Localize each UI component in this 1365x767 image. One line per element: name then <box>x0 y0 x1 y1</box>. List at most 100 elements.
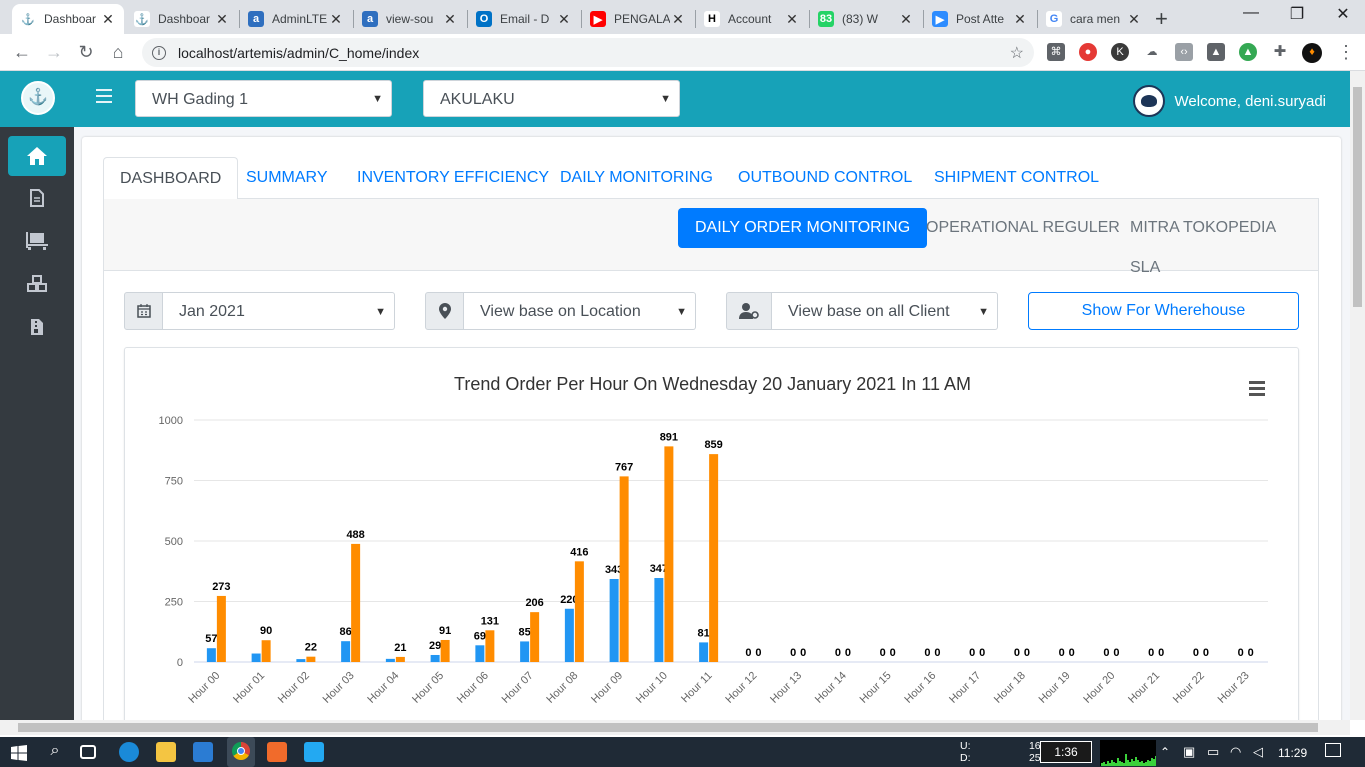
pill-mitra-tokopedia-sla[interactable]: MITRA TOKOPEDIA SLA <box>1113 208 1318 276</box>
x-tick-label: Hour 02 <box>276 670 312 706</box>
adminlte-icon: a <box>362 11 378 27</box>
volume-icon[interactable]: ◁ <box>1253 744 1263 760</box>
brand-logo[interactable]: ⚓ <box>21 81 55 115</box>
x-tick-label: Hour 12 <box>723 670 759 706</box>
chrome-taskbar-button[interactable] <box>227 737 255 767</box>
task-view-icon[interactable] <box>80 745 96 759</box>
location-select[interactable]: View base on Location ▼ <box>464 292 696 330</box>
network-graph <box>1100 740 1156 766</box>
windows-start-icon[interactable] <box>11 745 27 761</box>
tab-outbound-control[interactable]: OUTBOUND CONTROL <box>722 157 928 199</box>
chevron-up-icon[interactable]: ⌃ <box>1160 745 1170 759</box>
show-for-warehouse-button[interactable]: Show For Wherehouse <box>1028 292 1299 330</box>
vscode-icon[interactable] <box>304 742 324 762</box>
bar-series-1 <box>609 578 619 662</box>
k-extension-icon[interactable]: K <box>1111 43 1129 61</box>
green-extension-icon[interactable]: ▲ <box>1239 43 1257 61</box>
browser-tab[interactable]: a AdminLTE ✕ <box>240 4 352 34</box>
browser-menu-icon[interactable]: ⋮ <box>1334 40 1358 64</box>
puzzle-icon[interactable]: ✚ <box>1271 43 1289 61</box>
browser-tab-strip: ⚓ Dashboar ✕ ⚓ Dashboar ✕ a AdminLTE ✕ a view-sou ✕… <box>0 0 1365 34</box>
close-tab-icon[interactable]: ✕ <box>1126 11 1142 28</box>
browser-tab[interactable]: H Account ✕ <box>696 4 808 34</box>
bar-series-2 <box>574 561 584 662</box>
image-extension-icon[interactable]: ▲ <box>1207 43 1225 61</box>
close-tab-icon[interactable]: ✕ <box>100 11 116 28</box>
warehouse-select[interactable]: WH Gading 1 ▼ <box>135 80 392 117</box>
battery-icon[interactable]: ▭ <box>1207 744 1219 760</box>
close-window-icon[interactable]: ✕ <box>1320 4 1365 24</box>
scroll-thumb[interactable] <box>18 723 1318 732</box>
sidebar-item-boxes[interactable] <box>8 264 66 304</box>
reload-icon[interactable]: ↻ <box>74 40 98 64</box>
info-icon[interactable]: i <box>152 45 166 60</box>
data-label: 0 <box>845 647 851 659</box>
edge-icon[interactable] <box>119 742 139 762</box>
artemis-icon: ⚓ <box>134 11 150 27</box>
sidebar-item-reports[interactable] <box>8 307 66 347</box>
scroll-thumb[interactable] <box>1353 87 1362 307</box>
chart-menu-icon[interactable] <box>1249 381 1265 399</box>
bar-series-2 <box>261 640 271 662</box>
sidebar-item-inventory[interactable] <box>8 221 66 261</box>
avatar[interactable] <box>1132 85 1165 117</box>
notifications-icon[interactable] <box>1325 743 1341 757</box>
new-tab-button[interactable]: + <box>1155 6 1168 32</box>
close-tab-icon[interactable]: ✕ <box>670 11 686 28</box>
code-extension-icon[interactable]: ‹› <box>1175 43 1193 61</box>
address-bar[interactable]: i localhost/artemis/admin/C_home/index ☆ <box>142 38 1034 67</box>
wifi-icon[interactable]: ◠ <box>1230 744 1241 760</box>
close-tab-icon[interactable]: ✕ <box>556 11 572 28</box>
hamburger-menu-icon[interactable] <box>96 89 112 103</box>
clock[interactable]: 11:29 <box>1278 746 1307 760</box>
close-tab-icon[interactable]: ✕ <box>214 11 230 28</box>
browser-tab[interactable]: Gcara men ✕ <box>1038 4 1150 34</box>
client-select[interactable]: AKULAKU ▼ <box>423 80 680 117</box>
data-label: 0 <box>1193 647 1199 659</box>
pill-operational-reguler[interactable]: OPERATIONAL REGULER <box>909 208 1137 248</box>
browser-tab[interactable]: a view-sou ✕ <box>354 4 466 34</box>
cloud-extension-icon[interactable]: ☁ <box>1143 43 1161 61</box>
tab-inventory-efficiency[interactable]: INVENTORY EFFICIENCY <box>341 157 565 199</box>
maximize-icon[interactable]: ❐ <box>1274 4 1320 24</box>
vertical-scrollbar[interactable] <box>1350 71 1365 720</box>
tab-summary[interactable]: SUMMARY <box>230 157 344 199</box>
tab-dashboard[interactable]: DASHBOARD <box>103 157 239 200</box>
pill-daily-order-monitoring[interactable]: DAILY ORDER MONITORING <box>678 208 928 248</box>
close-tab-icon[interactable]: ✕ <box>784 11 800 28</box>
mail-icon[interactable] <box>193 742 213 762</box>
search-icon[interactable]: ⌕ <box>45 742 65 762</box>
extension-icon[interactable]: ⌘ <box>1047 43 1065 61</box>
close-tab-icon[interactable]: ✕ <box>328 11 344 28</box>
sidebar-item-documents[interactable] <box>8 178 66 218</box>
tab-shipment-control[interactable]: SHIPMENT CONTROL <box>918 157 1115 199</box>
tab-title: cara men <box>1070 12 1121 26</box>
x-tick-label: Hour 11 <box>679 670 715 706</box>
tab-daily-monitoring[interactable]: DAILY MONITORING <box>544 157 729 199</box>
xampp-icon[interactable] <box>267 742 287 762</box>
device-icon[interactable]: ▣ <box>1183 744 1195 760</box>
close-tab-icon[interactable]: ✕ <box>1012 11 1028 28</box>
adblock-icon[interactable]: ● <box>1079 43 1097 61</box>
bookmark-star-icon[interactable]: ☆ <box>1010 43 1024 63</box>
browser-tab[interactable]: ▶ PENGALA ✕ <box>582 4 694 34</box>
user-menu[interactable]: Welcome, deni.suryadi <box>1132 85 1326 117</box>
month-select[interactable]: Jan 2021 ▼ <box>163 292 395 330</box>
sidebar-item-home[interactable] <box>8 136 66 176</box>
close-tab-icon[interactable]: ✕ <box>898 11 914 28</box>
file-explorer-icon[interactable] <box>156 742 176 762</box>
horizontal-scrollbar[interactable] <box>0 720 1350 735</box>
browser-tab[interactable]: O Email - D ✕ <box>468 4 580 34</box>
home-icon[interactable]: ⌂ <box>106 40 130 64</box>
back-icon[interactable]: ← <box>10 40 34 64</box>
browser-tab[interactable]: ⚓ Dashboar ✕ <box>12 4 124 34</box>
x-tick-label: Hour 15 <box>858 670 894 706</box>
close-tab-icon[interactable]: ✕ <box>442 11 458 28</box>
browser-tab[interactable]: 83 (83) W ✕ <box>810 4 922 34</box>
profile-avatar-icon[interactable]: ♦ <box>1302 43 1322 63</box>
browser-tab[interactable]: ⚓ Dashboar ✕ <box>126 4 238 34</box>
minimize-icon[interactable]: — <box>1228 4 1274 22</box>
client-filter-select[interactable]: View base on all Client ▼ <box>772 292 998 330</box>
browser-tab[interactable]: ▶ Post Atte ✕ <box>924 4 1036 34</box>
forward-icon[interactable]: → <box>42 40 66 64</box>
